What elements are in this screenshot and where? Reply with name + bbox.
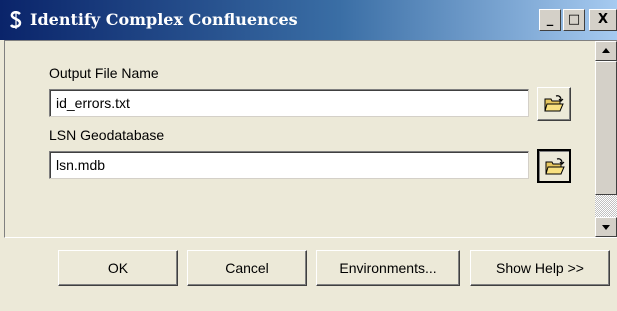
cancel-button[interactable]: Cancel: [187, 250, 307, 286]
title-bar[interactable]: Identify Complex Confluences _ □ X: [0, 0, 617, 40]
close-button[interactable]: X: [589, 9, 617, 31]
open-folder-icon: [544, 95, 564, 112]
minimize-icon: _: [546, 12, 554, 27]
output-file-value: id_errors.txt: [56, 95, 130, 111]
parameters-panel: Output File Name id_errors.txt LSN Geoda…: [4, 40, 617, 238]
close-icon: X: [597, 12, 609, 27]
minimize-button[interactable]: _: [539, 9, 561, 31]
ok-button[interactable]: OK: [58, 250, 178, 286]
output-file-label: Output File Name: [49, 65, 159, 81]
dialog-window: Identify Complex Confluences _ □ X Outpu…: [0, 0, 617, 311]
scroll-thumb[interactable]: [595, 61, 617, 195]
lsn-geodatabase-input[interactable]: lsn.mdb: [49, 151, 529, 179]
scroll-up-button[interactable]: [595, 41, 617, 61]
window-title: Identify Complex Confluences: [30, 10, 298, 29]
scroll-track[interactable]: [595, 195, 617, 217]
show-help-button[interactable]: Show Help >>: [470, 250, 610, 286]
scroll-down-button[interactable]: [595, 217, 617, 237]
vertical-scrollbar[interactable]: [595, 41, 617, 237]
scroll-up-arrow-icon: [602, 48, 610, 53]
output-file-input[interactable]: id_errors.txt: [49, 89, 529, 117]
output-file-browse-button[interactable]: [537, 87, 571, 121]
script-tool-icon: [8, 11, 24, 29]
lsn-geodatabase-label: LSN Geodatabase: [49, 127, 165, 143]
scroll-down-arrow-icon: [602, 225, 610, 230]
maximize-icon: □: [567, 12, 581, 27]
lsn-geodatabase-browse-button[interactable]: [537, 149, 571, 183]
maximize-button[interactable]: □: [563, 9, 585, 31]
lsn-geodatabase-value: lsn.mdb: [56, 157, 106, 173]
open-folder-icon: [545, 158, 565, 175]
environments-button[interactable]: Environments...: [316, 250, 460, 286]
